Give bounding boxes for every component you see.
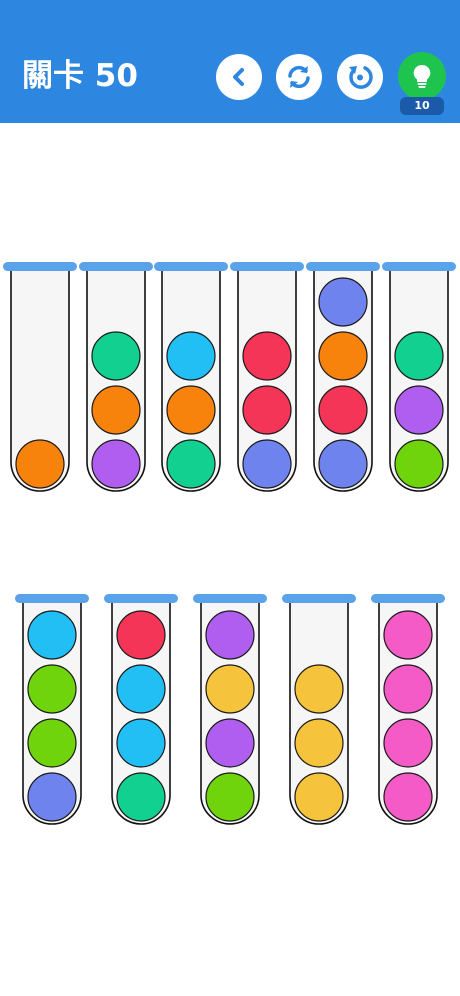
ball-purple[interactable] bbox=[91, 439, 141, 489]
ball-pink[interactable] bbox=[383, 772, 433, 822]
tube-rim bbox=[104, 594, 178, 603]
ball-purple[interactable] bbox=[394, 385, 444, 435]
ball-periwinkle[interactable] bbox=[318, 277, 368, 327]
ball-purple[interactable] bbox=[205, 610, 255, 660]
tube-8[interactable] bbox=[104, 594, 178, 825]
ball-periwinkle[interactable] bbox=[242, 439, 292, 489]
ball-orange[interactable] bbox=[15, 439, 65, 489]
tube-rim bbox=[282, 594, 356, 603]
ball-orange[interactable] bbox=[166, 385, 216, 435]
ball-lime[interactable] bbox=[27, 664, 77, 714]
chevron-left-icon bbox=[233, 68, 244, 86]
ball-red[interactable] bbox=[242, 331, 292, 381]
ball-orange[interactable] bbox=[318, 331, 368, 381]
ball-periwinkle[interactable] bbox=[318, 439, 368, 489]
ball-sky[interactable] bbox=[166, 331, 216, 381]
ball-teal[interactable] bbox=[166, 439, 216, 489]
ball-lime[interactable] bbox=[394, 439, 444, 489]
ball-yellow[interactable] bbox=[294, 664, 344, 714]
ball-sky[interactable] bbox=[27, 610, 77, 660]
ball-pink[interactable] bbox=[383, 718, 433, 768]
tube-1[interactable] bbox=[3, 262, 77, 492]
tube-11[interactable] bbox=[371, 594, 445, 825]
tube-rim bbox=[230, 262, 304, 271]
ball-sky[interactable] bbox=[116, 664, 166, 714]
tube-9[interactable] bbox=[193, 594, 267, 825]
tube-rim bbox=[382, 262, 456, 271]
ball-lime[interactable] bbox=[27, 718, 77, 768]
ball-sky[interactable] bbox=[116, 718, 166, 768]
tube-4[interactable] bbox=[230, 262, 304, 492]
game-board bbox=[3, 262, 456, 825]
ball-teal[interactable] bbox=[91, 331, 141, 381]
tube-3[interactable] bbox=[154, 262, 228, 492]
ball-teal[interactable] bbox=[394, 331, 444, 381]
tube-5[interactable] bbox=[306, 262, 380, 492]
tube-rim bbox=[306, 262, 380, 271]
ball-red[interactable] bbox=[242, 385, 292, 435]
tube-rim bbox=[193, 594, 267, 603]
tube-10[interactable] bbox=[282, 594, 356, 825]
ball-teal[interactable] bbox=[116, 772, 166, 822]
tube-2[interactable] bbox=[79, 262, 153, 492]
ball-lime[interactable] bbox=[205, 772, 255, 822]
hint-button[interactable] bbox=[398, 52, 446, 100]
tube-rim bbox=[15, 594, 89, 603]
restart-icon bbox=[349, 66, 373, 89]
restart-button[interactable] bbox=[337, 54, 383, 100]
tube-rim bbox=[154, 262, 228, 271]
tube-6[interactable] bbox=[382, 262, 456, 492]
lightbulb-icon bbox=[413, 64, 431, 88]
tube-rim bbox=[79, 262, 153, 271]
ball-red[interactable] bbox=[318, 385, 368, 435]
hint-count-badge: 10 bbox=[400, 97, 444, 115]
ball-pink[interactable] bbox=[383, 664, 433, 714]
ball-orange[interactable] bbox=[91, 385, 141, 435]
ball-pink[interactable] bbox=[383, 610, 433, 660]
top-bar: 關卡 50 10 bbox=[0, 0, 460, 123]
refresh-arrows-icon bbox=[288, 65, 310, 89]
back-button[interactable] bbox=[216, 54, 262, 100]
tube-rim bbox=[371, 594, 445, 603]
tube-rim bbox=[3, 262, 77, 271]
ball-purple[interactable] bbox=[205, 718, 255, 768]
ball-periwinkle[interactable] bbox=[27, 772, 77, 822]
shuffle-button[interactable] bbox=[276, 54, 322, 100]
ball-yellow[interactable] bbox=[294, 718, 344, 768]
tube-7[interactable] bbox=[15, 594, 89, 825]
hint-group: 10 bbox=[398, 52, 446, 118]
ball-red[interactable] bbox=[116, 610, 166, 660]
level-title: 關卡 50 bbox=[22, 58, 138, 94]
ball-yellow[interactable] bbox=[294, 772, 344, 822]
ball-yellow[interactable] bbox=[205, 664, 255, 714]
